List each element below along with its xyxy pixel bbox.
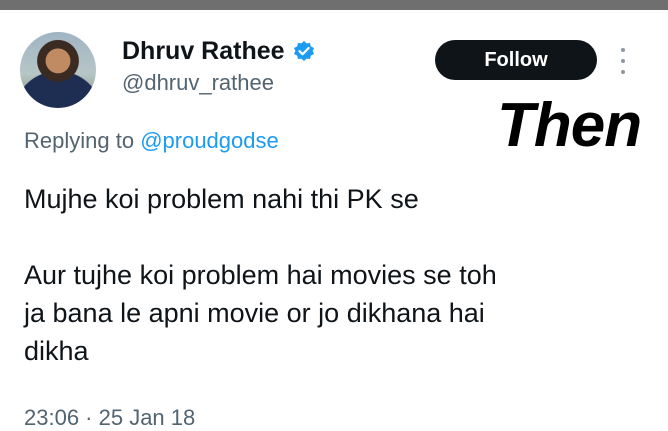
tweet-text: Mujhe koi problem nahi thi PK se Aur tuj…: [24, 180, 644, 370]
replying-to-line: Replying to @proudgodse: [24, 128, 279, 154]
tweet-card: Dhruv Rathee @dhruv_rathee Follow Then R…: [0, 10, 668, 430]
follow-button[interactable]: Follow: [435, 40, 597, 80]
replying-mention-link[interactable]: @proudgodse: [140, 128, 279, 153]
replying-prefix: Replying to: [24, 128, 141, 153]
tweet-text-line: ja bana le apni movie or jo dikhana hai: [24, 298, 485, 328]
author-name-row: Dhruv Rathee: [122, 34, 315, 68]
tweet-text-line: Mujhe koi problem nahi thi PK se: [24, 184, 419, 214]
verified-badge-icon: [293, 40, 315, 62]
author-handle[interactable]: @dhruv_rathee: [122, 70, 274, 96]
more-options-icon[interactable]: [619, 48, 627, 74]
tweet-text-line: Aur tujhe koi problem hai movies se toh: [24, 260, 497, 290]
author-avatar[interactable]: [20, 32, 96, 108]
tweet-text-line: dikha: [24, 336, 89, 366]
author-name[interactable]: Dhruv Rathee: [122, 37, 285, 66]
tweet-timestamp[interactable]: 23:06 · 25 Jan 18: [24, 405, 195, 431]
overlay-caption: Then: [497, 91, 642, 160]
screenshot-top-bar: [0, 0, 668, 10]
